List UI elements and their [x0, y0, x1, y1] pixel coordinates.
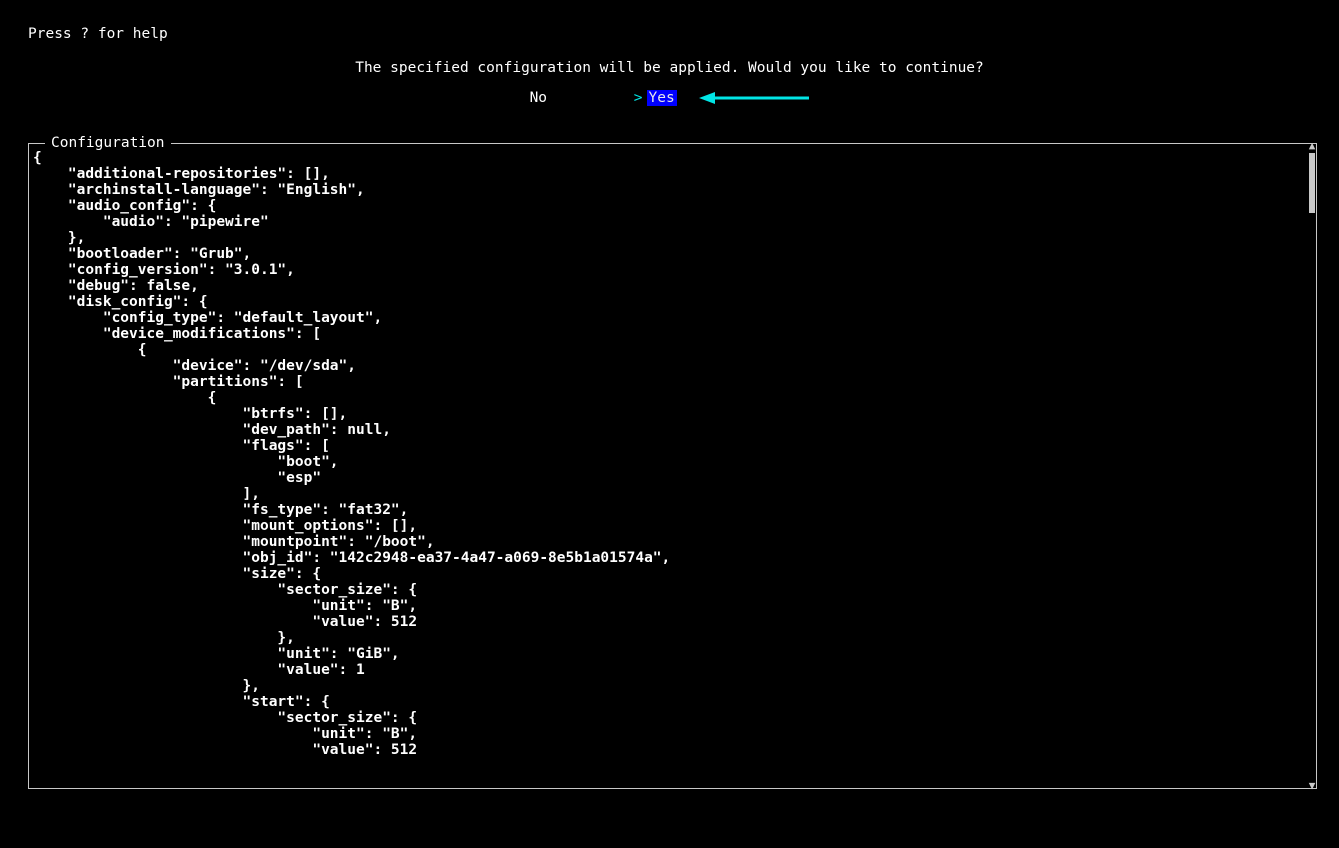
configuration-json[interactable]: { "additional-repositories": [], "archin…: [33, 150, 1300, 784]
configuration-panel: Configuration { "additional-repositories…: [28, 143, 1317, 789]
yes-option-label: Yes: [647, 90, 677, 106]
terminal-screen: Press ? for help The specified configura…: [0, 0, 1339, 848]
choice-line: No >Yes: [0, 90, 1339, 106]
annotation-arrow-icon: [699, 91, 809, 105]
configuration-panel-title: Configuration: [45, 135, 171, 151]
scroll-down-icon[interactable]: ▼: [1307, 781, 1317, 791]
scroll-up-icon[interactable]: ▲: [1307, 141, 1317, 151]
scroll-thumb[interactable]: [1309, 153, 1315, 213]
yes-option[interactable]: >Yes: [634, 90, 677, 106]
confirmation-prompt: The specified configuration will be appl…: [0, 60, 1339, 76]
scrollbar[interactable]: ▲ ▼: [1307, 141, 1317, 791]
no-option[interactable]: No: [530, 90, 547, 106]
selection-marker: >: [634, 90, 643, 106]
help-hint: Press ? for help: [28, 26, 168, 42]
